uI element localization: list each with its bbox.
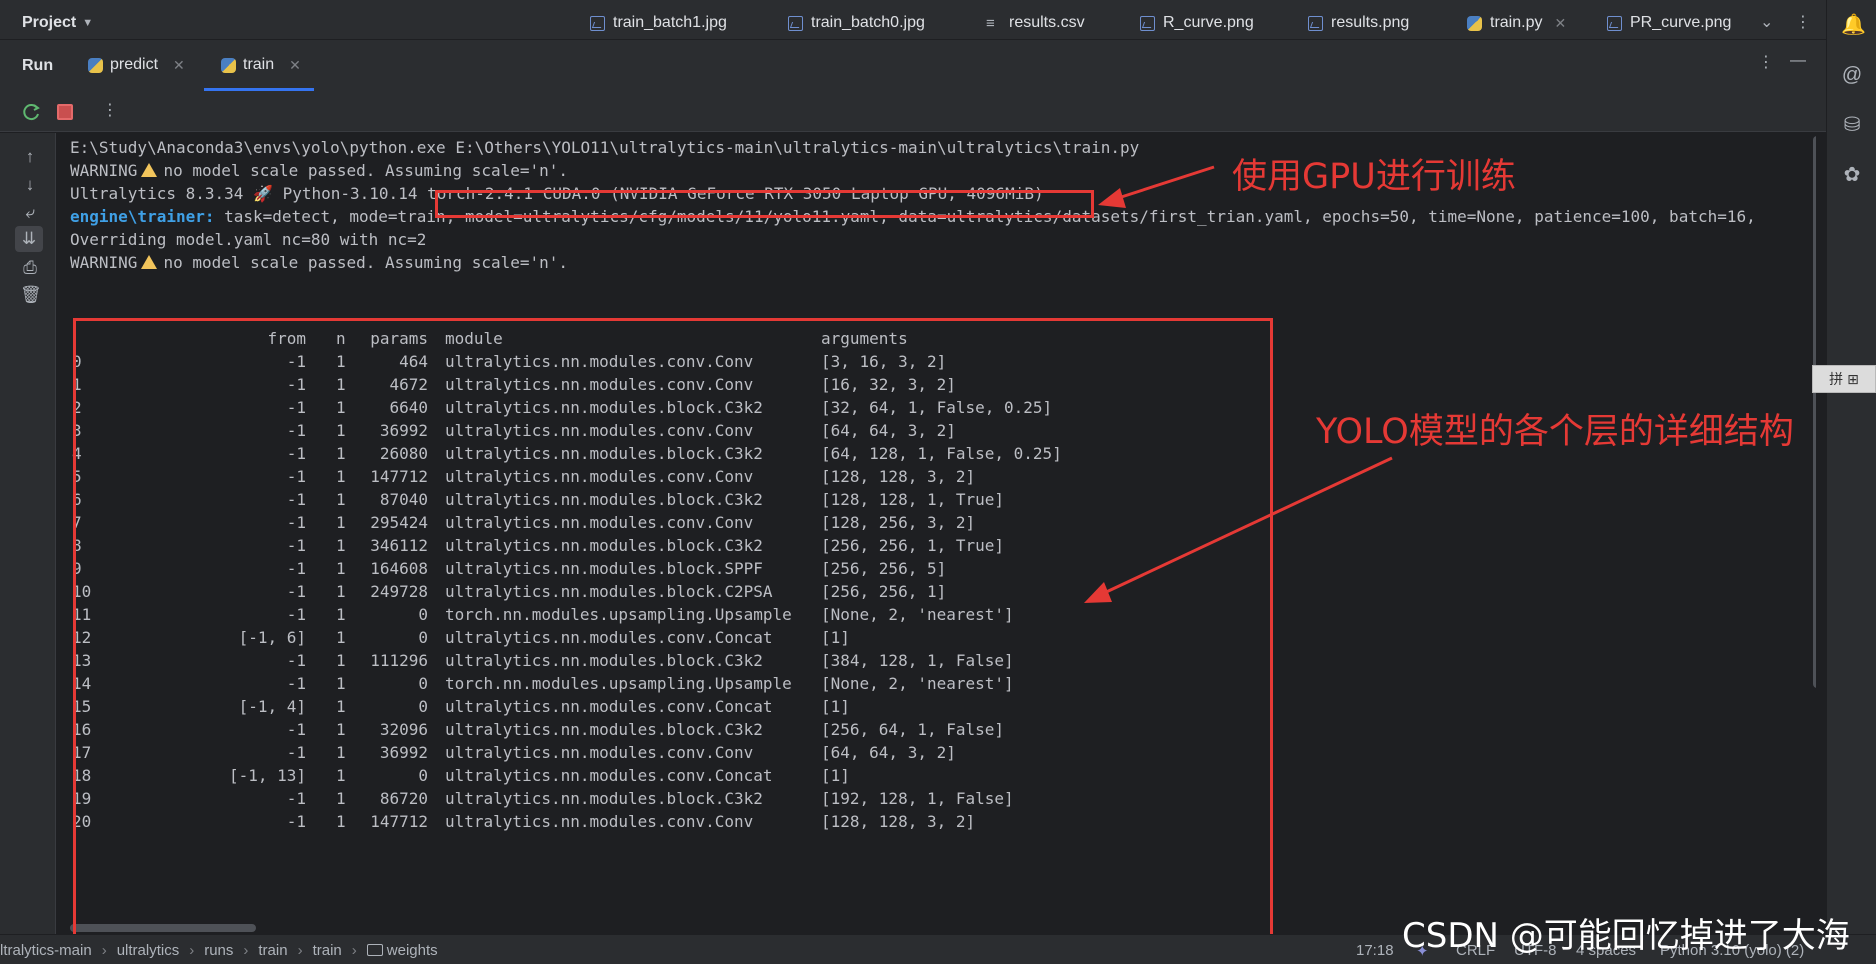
- close-icon[interactable]: ✕: [289, 57, 301, 74]
- close-icon[interactable]: ✕: [173, 57, 185, 74]
- editor-tab-pr-curve[interactable]: PR_curve.png: [1607, 14, 1731, 32]
- python-icon: [1467, 15, 1482, 31]
- structure-annotation: YOLO模型的各个层的详细结构: [1316, 412, 1794, 452]
- minimize-icon[interactable]: —: [1790, 52, 1806, 70]
- breadcrumb-label: weights: [386, 942, 438, 959]
- chevron-right-icon: ›: [189, 942, 195, 959]
- editor-tab-label: R_curve.png: [1163, 14, 1254, 31]
- console-line-warning: WARNING no model scale passed. Assuming s…: [70, 252, 568, 274]
- image-icon: [590, 15, 605, 31]
- python-icon: [88, 57, 103, 73]
- rerun-icon[interactable]: [22, 102, 42, 122]
- ai-assistant-icon[interactable]: @: [1841, 64, 1863, 86]
- ime-indicator[interactable]: 拼 ⊞: [1812, 365, 1876, 393]
- close-icon[interactable]: ✕: [1554, 15, 1566, 32]
- more-vertical-icon[interactable]: ⋮: [102, 100, 118, 120]
- editor-tab-results-png[interactable]: results.png: [1308, 14, 1409, 32]
- plugin-icon[interactable]: ✿: [1841, 164, 1863, 186]
- warning-icon: [141, 163, 158, 177]
- folder-icon: [366, 944, 383, 956]
- ultralytics-version: Ultralytics 8.3.34: [70, 184, 244, 203]
- python-version: Python-3.10.14: [282, 184, 418, 203]
- breadcrumb-item[interactable]: train: [313, 942, 342, 959]
- notifications-icon[interactable]: 🔔: [1841, 14, 1866, 36]
- editor-tab-results-csv[interactable]: ≡ results.csv: [986, 14, 1085, 32]
- chevron-right-icon: ›: [351, 942, 357, 959]
- console-line-command: E:\Study\Anaconda3\envs\yolo\python.exe …: [70, 138, 1140, 157]
- breadcrumb-item[interactable]: train: [258, 942, 287, 959]
- soft-wrap-icon[interactable]: ⤶: [20, 203, 40, 223]
- image-icon: [1308, 15, 1323, 31]
- caret-position[interactable]: 17:18: [1356, 942, 1394, 959]
- arrow-up-icon[interactable]: ↑: [20, 147, 40, 167]
- gpu-annotation: 使用GPU进行训练: [1232, 157, 1516, 197]
- arrow-down-icon[interactable]: ↓: [20, 175, 40, 195]
- editor-tab-label: results.png: [1331, 14, 1410, 31]
- watermark: CSDN @可能回忆掉进了大海: [1402, 916, 1850, 956]
- breadcrumb: ltralytics-main › ultralytics › runs › t…: [0, 942, 438, 959]
- warning-text: no model scale passed. Assuming scale='n…: [163, 161, 569, 180]
- layer-table-highlight-box: [73, 318, 1273, 939]
- run-tool-header: Run predict ✕ train ✕ ⋮ —: [0, 40, 1826, 92]
- console-line-override: Overriding model.yaml nc=80 with nc=2: [70, 230, 427, 249]
- scroll-to-end-icon[interactable]: ⇊: [15, 226, 43, 252]
- engine-label: engine\trainer:: [70, 207, 215, 226]
- image-icon: [1607, 15, 1622, 31]
- image-icon: [1140, 15, 1155, 31]
- breadcrumb-item-folder[interactable]: weights: [366, 942, 438, 959]
- warning-text: no model scale passed. Assuming scale='n…: [163, 253, 569, 272]
- editor-tab-label: train_batch0.jpg: [811, 14, 925, 31]
- gpu-highlight-box: [435, 190, 1094, 218]
- editor-tab-label: train.py: [1490, 14, 1543, 31]
- warning-icon: [141, 255, 158, 269]
- ime-label: 拼: [1829, 371, 1844, 387]
- python-icon: [221, 57, 236, 73]
- editor-tab-label: PR_curve.png: [1630, 14, 1732, 31]
- chevron-right-icon: ›: [297, 942, 303, 959]
- stop-icon[interactable]: [57, 104, 73, 120]
- csv-icon: ≡: [986, 14, 995, 32]
- database-icon[interactable]: ⛁: [1841, 114, 1863, 136]
- console-line-warning: WARNING no model scale passed. Assuming s…: [70, 160, 568, 182]
- ime-grid-icon: ⊞: [1847, 370, 1859, 387]
- console-gutter: ↑ ↓ ⤶ ⇊ ⎙ 🗑: [0, 133, 56, 934]
- editor-tab-train-batch0[interactable]: train_batch0.jpg: [788, 14, 925, 32]
- more-vertical-icon[interactable]: ⋮: [1758, 52, 1774, 72]
- run-title: Run: [22, 57, 54, 74]
- rocket-icon: 🚀: [253, 184, 273, 203]
- breadcrumb-item[interactable]: ltralytics-main: [0, 942, 92, 959]
- warning-label: WARNING: [70, 161, 138, 180]
- chevron-down-icon[interactable]: ⌄: [1760, 12, 1773, 32]
- editor-tab-train-batch1[interactable]: train_batch1.jpg: [590, 14, 727, 32]
- vertical-scrollbar[interactable]: [1813, 136, 1816, 688]
- print-icon[interactable]: ⎙: [20, 258, 40, 278]
- run-toolbar: ⋮: [0, 92, 1826, 132]
- project-label: Project: [22, 14, 77, 31]
- run-tab-train[interactable]: train ✕: [221, 56, 301, 74]
- run-tab-label: train: [243, 56, 275, 73]
- editor-tab-bar: Project ▼ train_batch1.jpg train_batch0.…: [0, 0, 1826, 40]
- editor-tab-train-py[interactable]: train.py ✕: [1467, 14, 1566, 32]
- warning-label: WARNING: [70, 253, 138, 272]
- editor-tab-label: train_batch1.jpg: [613, 14, 727, 31]
- more-vertical-icon[interactable]: ⋮: [1795, 12, 1811, 32]
- run-tab-label: predict: [110, 56, 159, 73]
- project-menu-button[interactable]: Project ▼: [22, 14, 93, 32]
- breadcrumb-item[interactable]: runs: [204, 942, 233, 959]
- run-tab-predict[interactable]: predict ✕: [88, 56, 185, 74]
- active-tab-indicator: [204, 88, 314, 91]
- editor-tab-label: results.csv: [1009, 14, 1085, 31]
- chevron-right-icon: ›: [243, 942, 249, 959]
- right-tool-strip: 🔔 @ ⛁ ✿: [1826, 0, 1876, 934]
- editor-tab-r-curve[interactable]: R_curve.png: [1140, 14, 1254, 32]
- chevron-right-icon: ›: [101, 942, 107, 959]
- trash-icon[interactable]: 🗑: [20, 285, 42, 305]
- chevron-down-icon: ▼: [82, 17, 94, 29]
- image-icon: [788, 15, 803, 31]
- breadcrumb-item[interactable]: ultralytics: [117, 942, 180, 959]
